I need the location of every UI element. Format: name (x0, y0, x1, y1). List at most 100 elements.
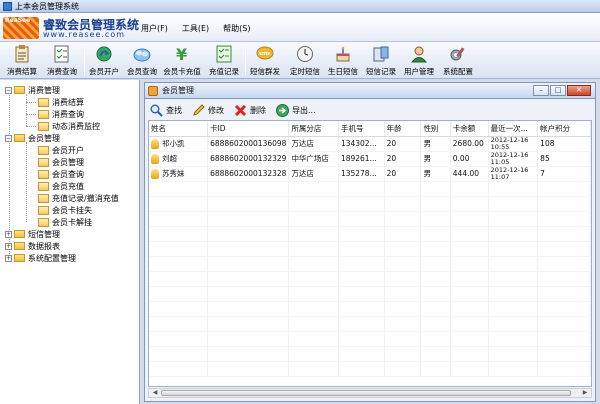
window-title-bar: 上本会员管理系统 (0, 0, 600, 13)
table-row[interactable]: 祁小凯 6888602000136098 万达店 134302... 20 男 … (149, 136, 591, 152)
column-header-last-time[interactable]: 最近一次... (488, 121, 539, 137)
table-row[interactable]: 刘超 6888602000132329 中华广场店 189261... 20 男… (149, 151, 591, 167)
toolbar-label: 消费查询 (47, 67, 77, 76)
expand-icon[interactable]: + (5, 254, 12, 262)
delete-button[interactable]: 删除 (231, 102, 269, 118)
member-management-window: 会员管理 – □ ✕ 查找 修改 删除 导出... 姓名 卡ID 所属分店 手机… (144, 82, 596, 402)
tree-group-label: 会员管理 (28, 133, 60, 143)
document-icon (38, 169, 49, 179)
toolbar-consume-settle-button[interactable]: 消费结算 (2, 43, 42, 78)
tree-item-open-account[interactable]: 会员开户 (26, 144, 84, 156)
document-icon (38, 193, 49, 203)
toolbar-label: 短信群发 (250, 67, 280, 76)
toolbar-scheduled-sms-button[interactable]: 定时短信 (285, 43, 325, 78)
tree-group-consume[interactable]: − 消费管理 (5, 84, 60, 96)
toolbar-user-manage-button[interactable]: 用户管理 (399, 43, 439, 78)
expand-icon[interactable]: + (5, 242, 12, 250)
document-icon (38, 145, 49, 155)
tree-item-dynamic-monitor[interactable]: 动态消费监控 (26, 120, 100, 132)
tree-item-consume-query[interactable]: 消费查询 (26, 108, 84, 120)
tree-group-label: 系统配置管理 (28, 253, 76, 263)
toolbar-label: 会员查询 (127, 67, 157, 76)
logo-url: www.reasee.com (43, 30, 126, 39)
export-button[interactable]: 导出... (273, 102, 319, 118)
maximize-button[interactable]: □ (550, 85, 566, 96)
folder-icon (14, 86, 25, 94)
column-header-card-id[interactable]: 卡ID (207, 121, 290, 137)
menu-tools[interactable]: 工具(E) (179, 22, 212, 35)
collapse-icon[interactable]: − (5, 134, 12, 142)
tree-item-recharge-record[interactable]: 充值记录/撤消充值 (26, 192, 119, 204)
tree-group-reports[interactable]: + 数据报表 (5, 240, 60, 252)
toolbar-birthday-sms-button[interactable]: 生日短信 (323, 43, 363, 78)
folder-icon (14, 254, 25, 262)
yen-icon: ¥ (173, 45, 191, 64)
clock-icon (296, 45, 314, 63)
menu-help[interactable]: 帮助(S) (220, 22, 253, 35)
window-icon (148, 85, 158, 96)
tree-item-member-query[interactable]: 会员查询 (26, 168, 84, 180)
app-header: ReaSee 睿致会员管理系统 www.reasee.com 用户(F) 工具(… (0, 13, 600, 42)
scroll-left-icon[interactable]: ◀ (150, 389, 160, 397)
tree-group-label: 数据报表 (28, 241, 60, 251)
menu-bar: 用户(F) 工具(E) 帮助(S) (138, 22, 253, 35)
empty-row (149, 286, 591, 302)
tree-item-label: 会员开户 (52, 145, 84, 155)
toolbar-sms-log-button[interactable]: 短信记录 (361, 43, 401, 78)
child-window-title-bar[interactable]: 会员管理 – □ ✕ (144, 82, 596, 98)
tree-item-label: 会员管理 (52, 157, 84, 167)
navigation-tree: − 消费管理 消费结算 消费查询 动态消费监控 − 会员管理 会员开户 会员管理 (0, 80, 140, 404)
table-row[interactable]: 苏秀妹 6888602000132328 万达店 135278... 20 男 … (149, 166, 591, 182)
column-header-points[interactable]: 帐户积分 (537, 121, 591, 137)
toolbar-system-config-button[interactable]: 系统配置 (438, 43, 478, 78)
folder-icon (14, 230, 25, 238)
collapse-icon[interactable]: − (5, 86, 12, 94)
find-button[interactable]: 查找 (147, 102, 185, 118)
tree-group-member[interactable]: − 会员管理 (5, 132, 60, 144)
toolbar-mass-sms-button[interactable]: sms 短信群发 (245, 43, 285, 78)
child-window-body: 查找 修改 删除 导出... 姓名 卡ID 所属分店 手机号 年龄 性别 卡余额… (144, 98, 596, 402)
tree-item-card-lost[interactable]: 会员卡挂失 (26, 204, 92, 216)
close-button[interactable]: ✕ (567, 85, 591, 96)
empty-row (149, 181, 591, 197)
column-header-gender[interactable]: 性别 (420, 121, 451, 137)
document-icon (38, 181, 49, 191)
toolbar-recharge-record-button[interactable]: 充值记录 (204, 43, 244, 78)
main-toolbar: 消费结算 消费查询 会员开户 会员查询 ¥ 会员卡充值 充值记录 sms 短信群… (0, 42, 600, 79)
column-header-balance[interactable]: 卡余额 (450, 121, 489, 137)
document-icon (38, 97, 49, 107)
birthday-icon (334, 45, 352, 63)
tree-group-system-config[interactable]: + 系统配置管理 (5, 252, 76, 264)
tree-group-sms[interactable]: + 短信管理 (5, 228, 60, 240)
column-header-age[interactable]: 年龄 (384, 121, 422, 137)
column-header-name[interactable]: 姓名 (149, 121, 209, 137)
expand-icon[interactable]: + (5, 230, 12, 238)
folder-icon (14, 134, 25, 142)
tree-item-member-manage[interactable]: 会员管理 (26, 156, 84, 168)
sms-icon: sms (256, 45, 274, 63)
toolbar-recharge-button[interactable]: ¥ 会员卡充值 (162, 43, 202, 78)
scroll-right-icon[interactable]: ▶ (580, 389, 590, 397)
tree-item-consume-settle[interactable]: 消费结算 (26, 96, 84, 108)
tree-item-label: 消费查询 (52, 109, 84, 119)
horizontal-scrollbar[interactable]: ◀ ▶ (148, 388, 592, 398)
empty-row (149, 211, 591, 227)
column-header-branch[interactable]: 所属分店 (288, 121, 339, 137)
empty-row (149, 331, 591, 347)
empty-row (149, 226, 591, 242)
add-member-icon (95, 45, 113, 63)
tree-item-member-recharge[interactable]: 会员充值 (26, 180, 84, 192)
toolbar-member-query-button[interactable]: 会员查询 (122, 43, 162, 78)
delete-x-icon (234, 104, 247, 117)
child-window-title: 会员管理 (162, 86, 194, 95)
settings-icon (449, 45, 467, 63)
scrollbar-thumb[interactable] (161, 390, 571, 396)
empty-row (149, 301, 591, 317)
edit-button[interactable]: 修改 (189, 102, 227, 118)
tree-item-card-unlock[interactable]: 会员卡解挂 (26, 216, 92, 228)
toolbar-open-account-button[interactable]: 会员开户 (84, 43, 124, 78)
menu-user[interactable]: 用户(F) (138, 22, 171, 35)
minimize-button[interactable]: – (533, 85, 549, 96)
toolbar-consume-query-button[interactable]: 消费查询 (42, 43, 82, 78)
column-header-phone[interactable]: 手机号 (338, 121, 385, 137)
